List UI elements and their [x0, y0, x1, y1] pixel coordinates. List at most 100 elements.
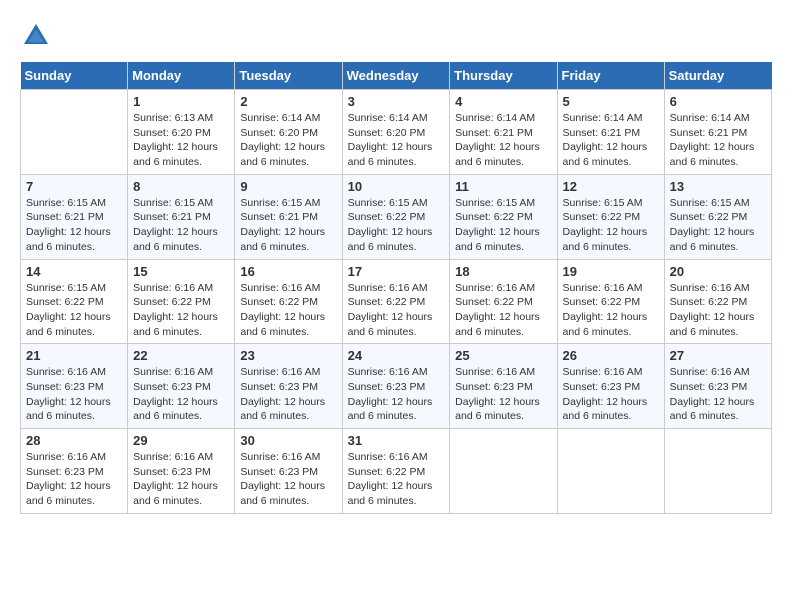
day-number: 2: [240, 94, 336, 109]
day-number: 7: [26, 179, 122, 194]
day-info: Sunrise: 6:16 AM Sunset: 6:23 PM Dayligh…: [563, 365, 659, 424]
day-cell: 19 Sunrise: 6:16 AM Sunset: 6:22 PM Dayli…: [557, 259, 664, 344]
page-header: [20, 20, 772, 52]
day-cell: 29Sunrise: 6:16 AM Sunset: 6:23 PM Dayli…: [128, 429, 235, 514]
col-header-monday: Monday: [128, 62, 235, 90]
day-number: 28: [26, 433, 122, 448]
day-info: Sunrise: 6:14 AM Sunset: 6:20 PM Dayligh…: [348, 111, 445, 170]
day-cell: 16 Sunrise: 6:16 AM Sunset: 6:22 PM Dayli…: [235, 259, 342, 344]
day-info: Sunrise: 6:16 AM Sunset: 6:22 PM Dayligh…: [348, 450, 445, 509]
day-info: Sunrise: 6:16 AM Sunset: 6:22 PM Dayligh…: [348, 281, 445, 340]
day-info: Sunrise: 6:16 AM Sunset: 6:23 PM Dayligh…: [455, 365, 551, 424]
day-cell: [557, 429, 664, 514]
day-cell: 7 Sunrise: 6:15 AM Sunset: 6:21 PM Daylig…: [21, 174, 128, 259]
day-info: Sunrise: 6:16 AM Sunset: 6:22 PM Dayligh…: [563, 281, 659, 340]
day-number: 23: [240, 348, 336, 363]
day-cell: 24 Sunrise: 6:16 AM Sunset: 6:23 PM Dayli…: [342, 344, 450, 429]
day-cell: 9 Sunrise: 6:15 AM Sunset: 6:21 PM Daylig…: [235, 174, 342, 259]
day-cell: 31 Sunrise: 6:16 AM Sunset: 6:22 PM Dayli…: [342, 429, 450, 514]
day-number: 9: [240, 179, 336, 194]
day-cell: 27 Sunrise: 6:16 AM Sunset: 6:23 PM Dayli…: [664, 344, 771, 429]
day-info: Sunrise: 6:15 AM Sunset: 6:22 PM Dayligh…: [563, 196, 659, 255]
day-info: Sunrise: 6:16 AM Sunset: 6:23 PM Dayligh…: [348, 365, 445, 424]
day-number: 6: [670, 94, 766, 109]
day-cell: 30 Sunrise: 6:16 AM Sunset: 6:23 PM Dayli…: [235, 429, 342, 514]
day-cell: 1 Sunrise: 6:13 AM Sunset: 6:20 PM Daylig…: [128, 90, 235, 175]
day-number: 22: [133, 348, 229, 363]
day-number: 5: [563, 94, 659, 109]
day-cell: 25 Sunrise: 6:16 AM Sunset: 6:23 PM Dayli…: [450, 344, 557, 429]
week-row-2: 7 Sunrise: 6:15 AM Sunset: 6:21 PM Daylig…: [21, 174, 772, 259]
day-info: Sunrise: 6:13 AM Sunset: 6:20 PM Dayligh…: [133, 111, 229, 170]
day-info: Sunrise: 6:16 AM Sunset: 6:23 PM Dayligh…: [670, 365, 766, 424]
day-cell: 23 Sunrise: 6:16 AM Sunset: 6:23 PM Dayli…: [235, 344, 342, 429]
day-cell: 12 Sunrise: 6:15 AM Sunset: 6:22 PM Dayli…: [557, 174, 664, 259]
day-number: 30: [240, 433, 336, 448]
week-row-1: 1 Sunrise: 6:13 AM Sunset: 6:20 PM Daylig…: [21, 90, 772, 175]
col-header-friday: Friday: [557, 62, 664, 90]
day-cell: 3 Sunrise: 6:14 AM Sunset: 6:20 PM Daylig…: [342, 90, 450, 175]
day-number: 18: [455, 264, 551, 279]
day-number: 19: [563, 264, 659, 279]
day-info: Sunrise: 6:15 AM Sunset: 6:22 PM Dayligh…: [455, 196, 551, 255]
day-info: Sunrise: 6:14 AM Sunset: 6:21 PM Dayligh…: [563, 111, 659, 170]
day-info: Sunrise: 6:14 AM Sunset: 6:20 PM Dayligh…: [240, 111, 336, 170]
day-cell: 22 Sunrise: 6:16 AM Sunset: 6:23 PM Dayli…: [128, 344, 235, 429]
day-info: Sunrise: 6:16 AM Sunset: 6:22 PM Dayligh…: [670, 281, 766, 340]
day-cell: [450, 429, 557, 514]
day-number: 15: [133, 264, 229, 279]
day-info: Sunrise: 6:16 AM Sunset: 6:22 PM Dayligh…: [455, 281, 551, 340]
day-cell: 5 Sunrise: 6:14 AM Sunset: 6:21 PM Daylig…: [557, 90, 664, 175]
day-cell: 28Sunrise: 6:16 AM Sunset: 6:23 PM Dayli…: [21, 429, 128, 514]
day-info: Sunrise: 6:16 AM Sunset: 6:23 PM Dayligh…: [133, 365, 229, 424]
day-cell: 11Sunrise: 6:15 AM Sunset: 6:22 PM Dayli…: [450, 174, 557, 259]
day-info: Sunrise: 6:16 AM Sunset: 6:23 PM Dayligh…: [240, 365, 336, 424]
day-number: 16: [240, 264, 336, 279]
day-info: Sunrise: 6:15 AM Sunset: 6:22 PM Dayligh…: [348, 196, 445, 255]
day-number: 10: [348, 179, 445, 194]
day-number: 8: [133, 179, 229, 194]
day-info: Sunrise: 6:16 AM Sunset: 6:23 PM Dayligh…: [240, 450, 336, 509]
day-info: Sunrise: 6:15 AM Sunset: 6:21 PM Dayligh…: [240, 196, 336, 255]
day-number: 21: [26, 348, 122, 363]
day-number: 3: [348, 94, 445, 109]
day-number: 29: [133, 433, 229, 448]
day-info: Sunrise: 6:16 AM Sunset: 6:22 PM Dayligh…: [240, 281, 336, 340]
day-cell: 10 Sunrise: 6:15 AM Sunset: 6:22 PM Dayli…: [342, 174, 450, 259]
col-header-wednesday: Wednesday: [342, 62, 450, 90]
col-header-tuesday: Tuesday: [235, 62, 342, 90]
day-number: 13: [670, 179, 766, 194]
day-number: 24: [348, 348, 445, 363]
day-cell: 20Sunrise: 6:16 AM Sunset: 6:22 PM Dayli…: [664, 259, 771, 344]
col-header-thursday: Thursday: [450, 62, 557, 90]
day-info: Sunrise: 6:16 AM Sunset: 6:23 PM Dayligh…: [26, 365, 122, 424]
week-row-5: 28 Sunrise: 6:16 AM Sunset: 6:23 PM Dayli…: [21, 429, 772, 514]
logo: [20, 20, 56, 52]
day-number: 17: [348, 264, 445, 279]
day-cell: 26Sunrise: 6:16 AM Sunset: 6:23 PM Dayli…: [557, 344, 664, 429]
day-info: Sunrise: 6:14 AM Sunset: 6:21 PM Dayligh…: [670, 111, 766, 170]
day-number: 25: [455, 348, 551, 363]
week-row-3: 14 Sunrise: 6:15 AM Sunset: 6:22 PM Dayli…: [21, 259, 772, 344]
day-cell: 14 Sunrise: 6:15 AM Sunset: 6:22 PM Dayli…: [21, 259, 128, 344]
day-cell: 8Sunrise: 6:15 AM Sunset: 6:21 PM Daylig…: [128, 174, 235, 259]
day-info: Sunrise: 6:16 AM Sunset: 6:22 PM Dayligh…: [133, 281, 229, 340]
week-row-4: 21 Sunrise: 6:16 AM Sunset: 6:23 PM Dayli…: [21, 344, 772, 429]
day-number: 1: [133, 94, 229, 109]
day-info: Sunrise: 6:14 AM Sunset: 6:21 PM Dayligh…: [455, 111, 551, 170]
day-cell: 2 Sunrise: 6:14 AM Sunset: 6:20 PM Daylig…: [235, 90, 342, 175]
day-cell: 17 Sunrise: 6:16 AM Sunset: 6:22 PM Dayli…: [342, 259, 450, 344]
day-cell: 4 Sunrise: 6:14 AM Sunset: 6:21 PM Daylig…: [450, 90, 557, 175]
day-number: 4: [455, 94, 551, 109]
day-number: 27: [670, 348, 766, 363]
header-row: SundayMondayTuesdayWednesdayThursdayFrid…: [21, 62, 772, 90]
calendar-table: SundayMondayTuesdayWednesdayThursdayFrid…: [20, 62, 772, 514]
day-cell: 6 Sunrise: 6:14 AM Sunset: 6:21 PM Daylig…: [664, 90, 771, 175]
day-info: Sunrise: 6:15 AM Sunset: 6:21 PM Dayligh…: [26, 196, 122, 255]
day-info: Sunrise: 6:15 AM Sunset: 6:22 PM Dayligh…: [26, 281, 122, 340]
day-number: 12: [563, 179, 659, 194]
day-number: 14: [26, 264, 122, 279]
day-cell: [664, 429, 771, 514]
day-number: 31: [348, 433, 445, 448]
day-cell: [21, 90, 128, 175]
